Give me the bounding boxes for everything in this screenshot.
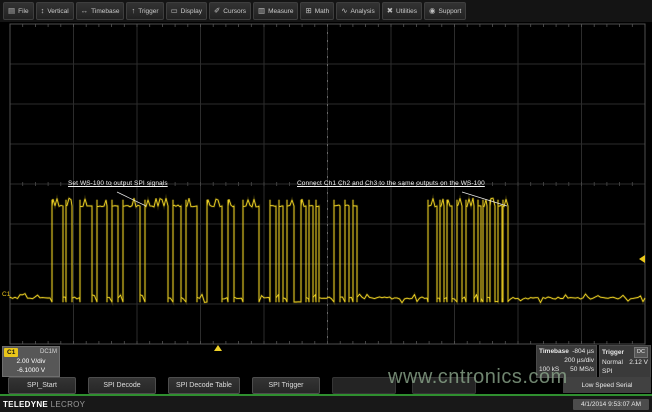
low-speed-serial-panel-label: Low Speed Serial — [563, 377, 651, 393]
timebase-rate: 50 MS/s — [570, 365, 594, 374]
timebase-label: Timebase — [539, 347, 569, 356]
channel-c1-descriptor[interactable]: C1 DC1M 2.00 V/div -6.1000 V — [2, 346, 60, 377]
brand-logo: TELEDYNE LECROY — [3, 400, 85, 409]
annotation-2: Connect Ch1 Ch2 and Ch3 to the same outp… — [297, 180, 485, 187]
trigger-level: 2.12 V — [629, 358, 648, 367]
c1-trace-label[interactable]: C1 — [2, 291, 11, 298]
trigger-source: SPI — [602, 367, 612, 376]
timebase-descriptor[interactable]: Timebase -804 µs 200 µs/div 100 kS 50 MS… — [536, 345, 597, 378]
timebase-samples: 100 kS — [539, 365, 559, 374]
channel-badge: C1 — [4, 348, 18, 357]
channel-offset: -6.1000 V — [3, 366, 59, 375]
trigger-level-marker[interactable] — [639, 255, 645, 263]
button-spi-trigger[interactable]: SPI Trigger — [252, 377, 320, 394]
trigger-descriptor[interactable]: Trigger DC Normal 2.12 V SPI — [599, 345, 651, 378]
trigger-position-marker[interactable] — [214, 345, 222, 351]
button-empty[interactable] — [412, 377, 476, 394]
button-empty[interactable] — [332, 377, 396, 394]
timebase-delay: -804 µs — [572, 347, 594, 356]
annotation-1: Set WS-100 to output SPI signals — [68, 180, 168, 187]
trigger-coupling-badge: DC — [634, 347, 648, 358]
trigger-mode: Normal — [602, 358, 623, 367]
button-spi-decode-table[interactable]: SPI Decode Table — [168, 377, 240, 394]
oscilloscope-application: ▤File↕Vertical↔Timebase↑Trigger▭Display✐… — [0, 0, 652, 412]
button-spi-decode[interactable]: SPI Decode — [88, 377, 156, 394]
channel-vdiv: 2.00 V/div — [3, 357, 59, 366]
trigger-label: Trigger — [602, 348, 624, 357]
datetime-display: 4/1/2014 9:53:07 AM — [573, 399, 649, 410]
channel-coupling: DC1M — [40, 348, 57, 357]
status-bar: TELEDYNE LECROY 4/1/2014 9:53:07 AM — [0, 396, 652, 412]
button-spi-start[interactable]: SPI_Start — [8, 377, 76, 394]
timebase-tdiv: 200 µs/div — [564, 356, 594, 365]
